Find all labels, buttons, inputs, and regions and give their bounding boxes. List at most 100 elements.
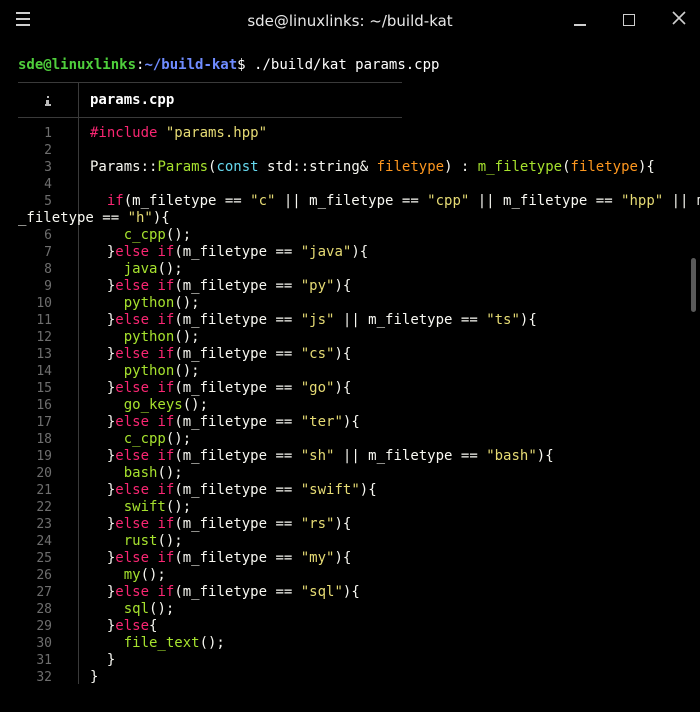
code-token: _filetype ==	[18, 210, 128, 226]
code-token: ){	[359, 482, 377, 498]
code-token: ();	[174, 295, 200, 311]
line-number: 29	[36, 619, 52, 634]
code-token: "hpp"	[621, 193, 664, 209]
code-token: "ter"	[300, 414, 343, 430]
code-line: go_keys();	[90, 397, 208, 414]
code-token: (m_filetype ==	[174, 516, 301, 532]
minimize-icon[interactable]	[574, 12, 586, 28]
code-token: Params	[157, 159, 209, 175]
code-token: python	[90, 329, 175, 345]
file-name-header: params.cpp	[90, 92, 175, 108]
code-token: "my"	[300, 550, 335, 566]
code-token: ){	[342, 584, 360, 600]
line-number: 18	[36, 432, 52, 447]
code-token: "ts"	[486, 312, 520, 328]
code-token: c_cpp	[90, 431, 166, 447]
file-icon	[44, 94, 52, 106]
code-line: swift();	[90, 499, 191, 516]
line-number: 8	[44, 262, 52, 277]
code-token: c_cpp	[90, 227, 166, 243]
line-number: 15	[36, 381, 52, 396]
code-line: }else if(m_filetype == "sql"){	[90, 584, 360, 601]
code-token: ){	[152, 210, 170, 226]
code-line: bash();	[90, 465, 183, 482]
code-line: }else if(m_filetype == "py"){	[90, 278, 351, 295]
code-token: (m_filetype ==	[174, 346, 301, 362]
code-token: (m_filetype ==	[174, 244, 301, 260]
code-token: }	[90, 448, 116, 464]
line-number: 28	[36, 602, 52, 617]
gutter-separator	[78, 83, 79, 684]
terminal-output[interactable]: sde@linuxlinks:~/build-kat$ ./build/kat …	[0, 42, 700, 712]
code-line: }else if(m_filetype == "js" || m_filetyp…	[90, 312, 537, 329]
code-token: }	[90, 550, 116, 566]
command-prompt: sde@linuxlinks:~/build-kat$ ./build/kat …	[18, 57, 439, 74]
code-line: my();	[90, 567, 166, 584]
code-token: ){	[519, 312, 537, 328]
prompt-dollar: $	[237, 57, 246, 73]
line-number: 20	[36, 466, 52, 481]
prompt-user-host: sde@linuxlinks	[18, 57, 137, 73]
code-token: bash	[90, 465, 158, 481]
code-token: (m_filetype ==	[123, 193, 251, 209]
code-line: rust();	[90, 533, 183, 550]
line-number: 31	[36, 653, 52, 668]
code-token: }	[90, 346, 116, 362]
code-token: ){	[334, 346, 352, 362]
window-title: sde@linuxlinks: ~/build-kat	[247, 12, 453, 30]
line-number: 4	[44, 177, 52, 192]
code-token: }	[90, 516, 116, 532]
code-line: sql();	[90, 601, 175, 618]
code-token: else if	[115, 380, 175, 396]
code-token: }	[90, 652, 116, 668]
code-token: else if	[115, 278, 175, 294]
code-line: c_cpp();	[90, 431, 191, 448]
scrollbar[interactable]	[691, 258, 696, 312]
code-token: (m_filetype ==	[174, 584, 301, 600]
code-token: }	[90, 380, 116, 396]
line-number: 12	[36, 330, 52, 345]
code-token: ){	[334, 550, 352, 566]
maximize-icon[interactable]	[623, 14, 635, 26]
code-token: "go"	[300, 380, 335, 396]
code-token: else if	[115, 312, 175, 328]
line-number: 26	[36, 568, 52, 583]
code-token: ){	[536, 448, 554, 464]
code-token: }	[90, 244, 116, 260]
code-token: else if	[115, 448, 175, 464]
code-token: "cpp"	[427, 193, 470, 209]
code-line: }else if(m_filetype == "ter"){	[90, 414, 360, 431]
code-line: }else{	[90, 618, 158, 635]
code-token: "java"	[300, 244, 352, 260]
code-token: std::string&	[258, 159, 377, 175]
line-number: 10	[36, 296, 52, 311]
code-token: "sql"	[300, 584, 343, 600]
code-token: ();	[157, 465, 183, 481]
code-token: ();	[140, 567, 166, 583]
code-token: else	[115, 618, 150, 634]
code-token: || m_filetype ==	[275, 193, 428, 209]
close-icon[interactable]	[672, 11, 686, 27]
header-bottom-rule	[18, 117, 402, 118]
header-top-rule	[18, 82, 402, 83]
code-token: else if	[115, 244, 175, 260]
code-token: "js"	[300, 312, 335, 328]
code-token: ();	[174, 329, 200, 345]
code-token: (m_filetype ==	[174, 482, 301, 498]
code-token: "sh"	[300, 448, 335, 464]
code-line: }	[90, 669, 98, 686]
code-token: else if	[115, 516, 175, 532]
line-number: 2	[44, 143, 52, 158]
code-line: _filetype == "h"){	[18, 210, 170, 227]
code-token: ();	[157, 261, 183, 277]
code-token: || m_filetype ==	[469, 193, 622, 209]
line-number: 1	[44, 126, 52, 141]
code-token: my	[90, 567, 141, 583]
code-token: Params::	[90, 159, 158, 175]
line-number: 14	[36, 364, 52, 379]
code-token: }	[90, 414, 116, 430]
code-line: file_text();	[90, 635, 225, 652]
code-token: file_text	[90, 635, 200, 651]
code-line: #include "params.hpp"	[90, 125, 267, 142]
line-number: 5	[44, 194, 52, 209]
